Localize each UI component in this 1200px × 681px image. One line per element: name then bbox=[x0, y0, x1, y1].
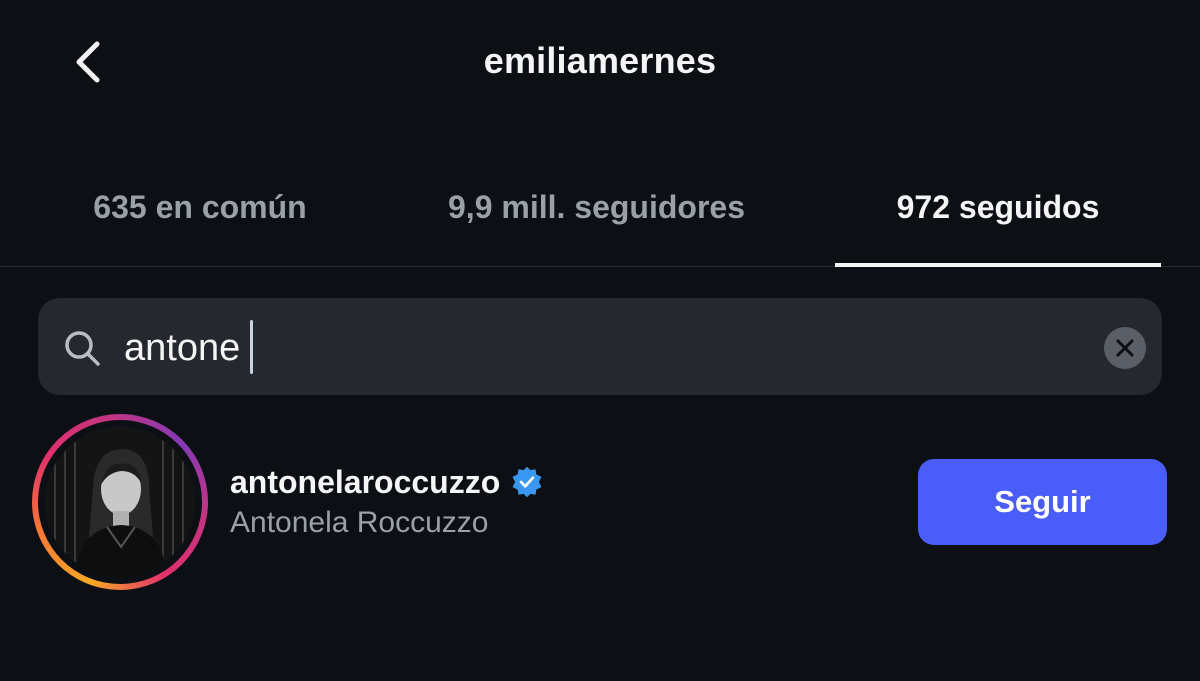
tab-following[interactable]: 972 seguidos bbox=[835, 175, 1161, 267]
clear-search-button[interactable] bbox=[1104, 327, 1146, 369]
full-name: Antonela Roccuzzo bbox=[230, 506, 489, 539]
tab-in-common[interactable]: 635 en común bbox=[40, 175, 360, 267]
active-tab-indicator bbox=[835, 263, 1161, 267]
follow-button[interactable]: Seguir bbox=[918, 459, 1167, 545]
following-screen: emiliamernes 635 en común 9,9 mill. segu… bbox=[0, 0, 1200, 681]
clear-icon bbox=[1116, 339, 1134, 357]
avatar bbox=[45, 427, 195, 577]
tab-followers[interactable]: 9,9 mill. seguidores bbox=[400, 175, 793, 267]
page-title: emiliamernes bbox=[483, 40, 717, 81]
username-line: antonelaroccuzzo bbox=[230, 460, 544, 504]
tab-bar: 635 en común 9,9 mill. seguidores 972 se… bbox=[0, 175, 1200, 267]
avatar-border bbox=[38, 420, 202, 584]
search-input[interactable] bbox=[124, 322, 1024, 374]
text-cursor bbox=[250, 320, 253, 374]
header: emiliamernes bbox=[0, 0, 1200, 120]
avatar-photo bbox=[45, 427, 195, 577]
search-icon bbox=[65, 331, 100, 366]
username[interactable]: antonelaroccuzzo bbox=[230, 464, 500, 501]
story-ring[interactable] bbox=[32, 414, 208, 590]
verified-badge-icon bbox=[512, 466, 542, 498]
